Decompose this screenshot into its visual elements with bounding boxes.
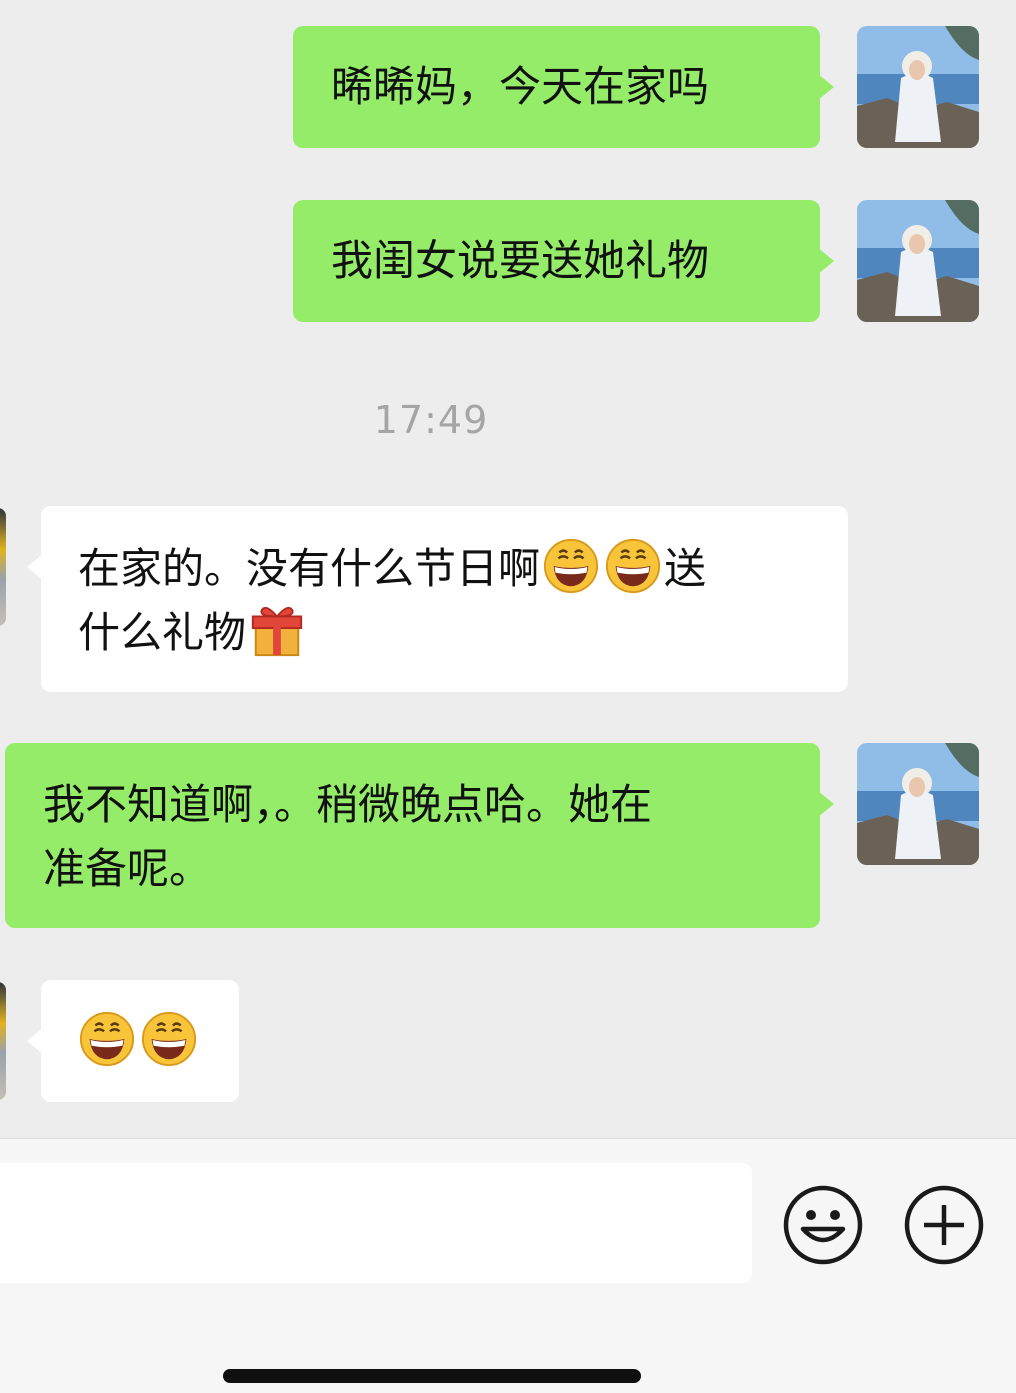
contact-message-bubble[interactable] [27,980,239,1102]
message-text: 我闺女说要送她礼物 [331,236,710,285]
my-message-bubble[interactable]: 晞晞妈，今天在家吗 [293,26,834,148]
my-avatar[interactable] [857,26,979,148]
my-message-bubble[interactable]: 我不知道啊，。稍微晚点哈。她在 准备呢。 [5,743,834,928]
home-indicator [223,1369,641,1383]
message-text: 在家的。没有什么节日啊 送什么礼物 [78,537,818,665]
message-text-part: 送 [664,544,707,593]
message-text-line: 准备呢。 [43,844,212,893]
wrapped-gift-icon [251,606,303,657]
my-avatar[interactable] [857,743,979,865]
grinning-face-icon [79,1011,135,1067]
my-avatar[interactable] [857,200,979,322]
message-text: 我不知道啊，。稍微晚点哈。她在 准备呢。 [43,773,652,901]
more-button[interactable] [904,1185,984,1265]
plus-circle-icon [904,1185,984,1265]
contact-avatar[interactable] [0,508,6,626]
timestamp: 17:49 [373,398,489,442]
emoji-button[interactable] [783,1185,863,1265]
contact-message-bubble[interactable]: 在家的。没有什么节日啊 送什么礼物 [27,506,848,692]
message-input[interactable] [0,1163,752,1283]
grinning-face-icon [605,538,661,594]
message-text-part: 什么礼物 [78,608,247,657]
grinning-face-icon [141,1011,197,1067]
smiley-face-icon [783,1185,863,1265]
contact-avatar[interactable] [0,982,6,1100]
message-text: 晞晞妈，今天在家吗 [331,62,710,111]
grinning-face-icon [543,538,599,594]
message-text [76,1010,200,1074]
message-text-line: 我不知道啊，。稍微晚点哈。她在 [43,780,653,829]
my-message-bubble[interactable]: 我闺女说要送她礼物 [293,200,834,322]
message-text-part: 在家的。没有什么节日啊 [78,544,541,593]
chat-input-bar [0,1138,1016,1393]
